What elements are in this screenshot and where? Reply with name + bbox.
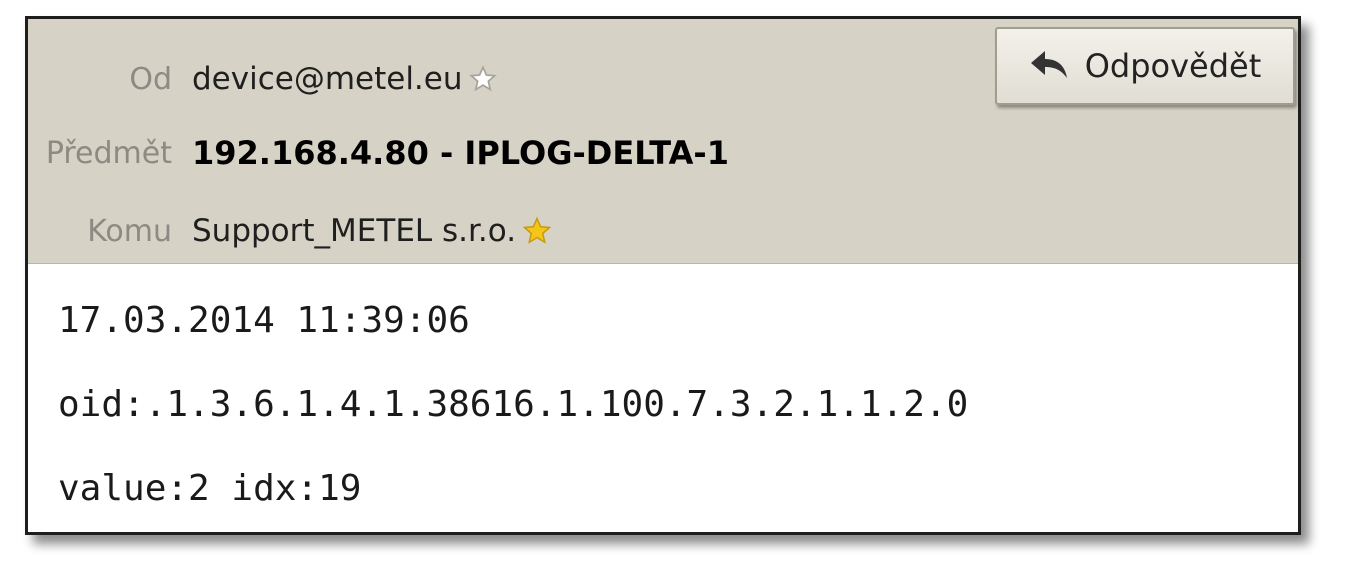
message-body: 17.03.2014 11:39:06 oid:.1.3.6.1.4.1.386…: [28, 264, 1298, 532]
subject-text: 192.168.4.80 - IPLOG-DELTA-1: [192, 134, 729, 172]
from-row: Od device@metel.eu: [28, 59, 497, 99]
from-label: Od: [129, 61, 172, 97]
subject-row: Předmět 192.168.4.80 - IPLOG-DELTA-1: [28, 133, 729, 173]
message-line-timestamp: 17.03.2014 11:39:06: [58, 300, 470, 341]
reply-button[interactable]: Odpovědět: [995, 27, 1295, 105]
to-address[interactable]: Support_METEL s.r.o.: [192, 213, 516, 249]
to-row: Komu Support_METEL s.r.o.: [28, 211, 552, 251]
reply-arrow-icon: [1029, 48, 1069, 84]
star-filled-icon[interactable]: [522, 216, 552, 246]
from-address[interactable]: device@metel.eu: [192, 61, 463, 97]
email-header: Od device@metel.eu Předmět 192.168.4.80 …: [28, 19, 1298, 264]
to-label: Komu: [87, 213, 172, 249]
reply-label: Odpovědět: [1084, 47, 1262, 85]
subject-label: Předmět: [45, 135, 172, 171]
email-window: Od device@metel.eu Předmět 192.168.4.80 …: [25, 16, 1301, 535]
star-outline-icon[interactable]: [468, 65, 497, 93]
message-line-value: value:2 idx:19: [58, 468, 362, 509]
message-line-oid: oid:.1.3.6.1.4.1.38616.1.100.7.3.2.1.1.2…: [58, 384, 969, 425]
